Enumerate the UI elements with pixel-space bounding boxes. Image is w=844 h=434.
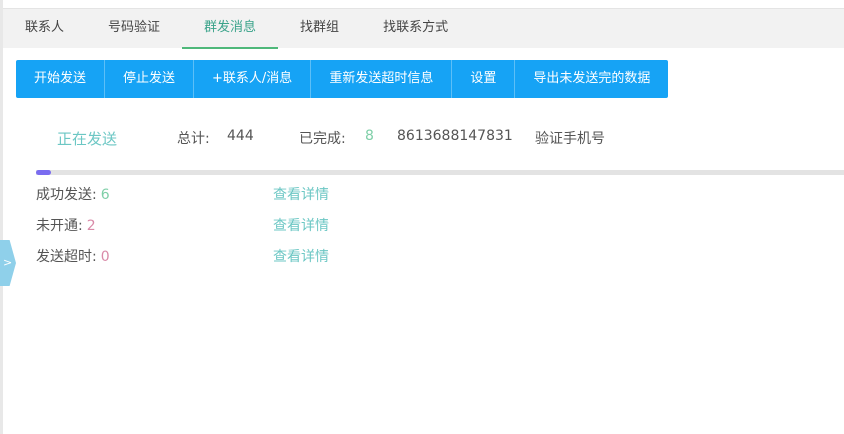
total-value: 444 [227,128,254,144]
start-send-button[interactable]: 开始发送 [16,60,106,98]
add-contact-message-button[interactable]: +联系人/消息 [194,60,312,98]
tab-bar: 联系人 号码验证 群发消息 找群组 找联系方式 [3,8,844,49]
tab-contacts[interactable]: 联系人 [3,9,86,49]
done-label: 已完成: [299,131,346,147]
view-details-not-activated-link[interactable]: 查看详情 [273,215,329,235]
result-value: 0 [100,249,110,265]
stop-send-button[interactable]: 停止发送 [105,60,195,98]
result-value: 2 [86,218,96,234]
done-value: 8 [365,128,374,144]
total-label: 总计: [177,131,210,147]
tab-bulk-message[interactable]: 群发消息 [182,9,279,49]
tab-number-verify[interactable]: 号码验证 [86,9,182,49]
result-not-activated: 未开通: 2 [36,215,96,235]
result-label: 成功发送: [36,187,97,203]
toolbar: 开始发送 停止发送 +联系人/消息 重新发送超时信息 设置 导出未发送完的数据 [16,60,669,98]
current-action: 验证手机号 [535,131,605,147]
resend-timeout-button[interactable]: 重新发送超时信息 [311,60,453,98]
tab-find-groups[interactable]: 找群组 [278,9,361,49]
result-value: 6 [100,187,110,203]
view-details-timeout-link[interactable]: 查看详情 [273,246,329,266]
send-state: 正在发送 [57,130,118,148]
view-details-success-link[interactable]: 查看详情 [273,184,329,204]
result-label: 发送超时: [36,249,97,265]
result-timeout: 发送超时: 0 [36,246,110,266]
progress-bar [36,170,844,175]
expand-panel-handle[interactable]: > [0,240,16,286]
left-border [0,0,3,434]
tab-find-contact-info[interactable]: 找联系方式 [361,9,470,49]
result-success: 成功发送: 6 [36,184,110,204]
current-phone: 8613688147831 [397,128,513,144]
result-label: 未开通: [36,218,83,234]
progress-fill [36,170,51,175]
settings-button[interactable]: 设置 [452,60,516,98]
export-unsent-button[interactable]: 导出未发送完的数据 [515,60,669,98]
